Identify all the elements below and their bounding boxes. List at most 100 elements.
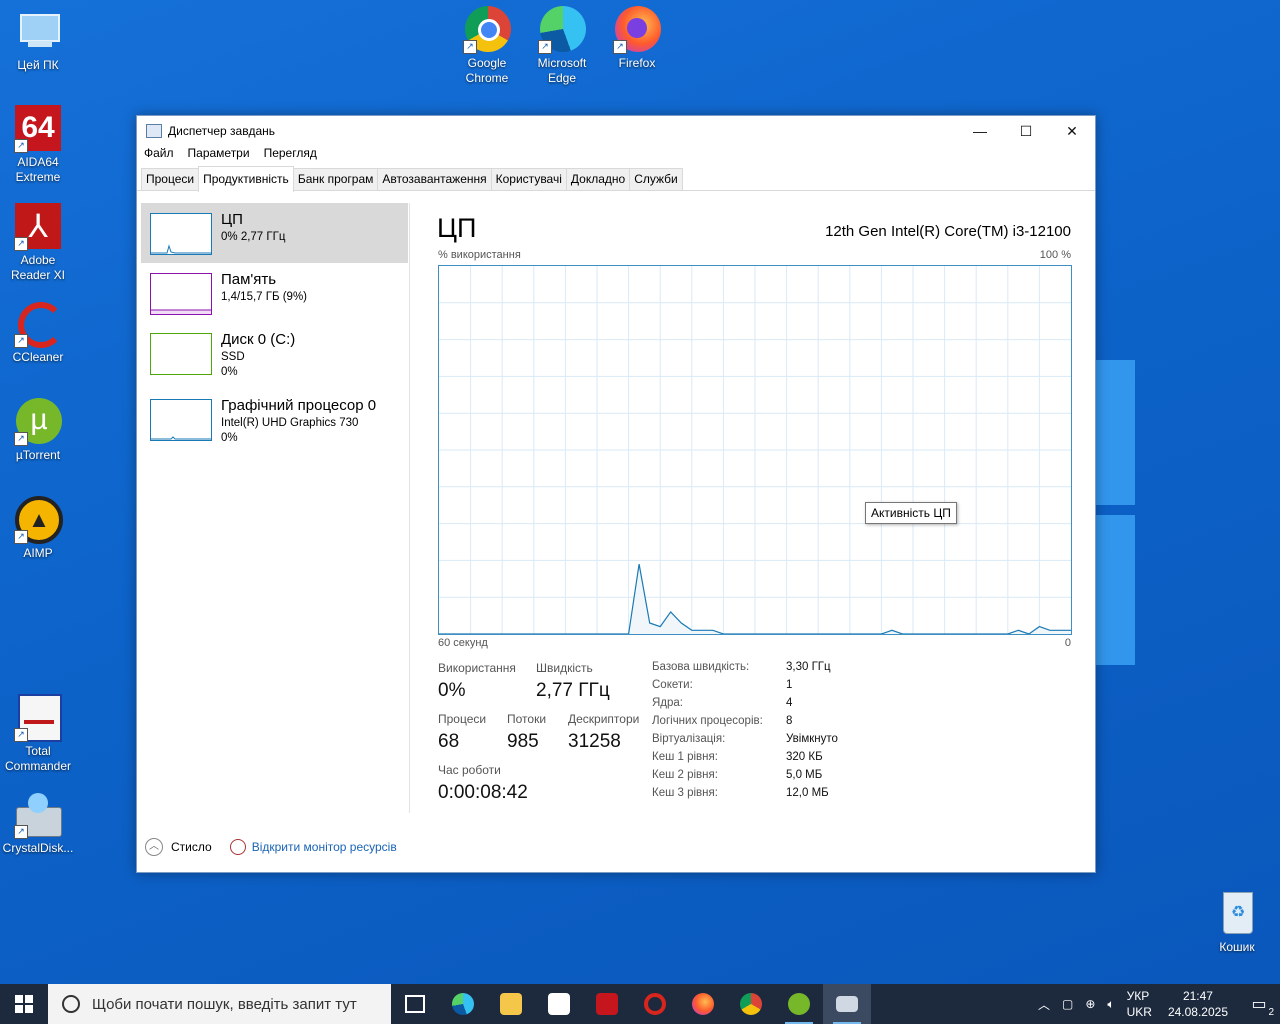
desktop-icon-label: Firefox (618, 56, 656, 70)
info-value: 4 (786, 697, 793, 709)
language-indicator[interactable]: УКР UKR (1127, 988, 1152, 1020)
resource-detail: SSD (221, 351, 245, 363)
resource-item-cpu[interactable]: ЦП 0% 2,77 ГГц (141, 203, 408, 263)
resource-item-disk[interactable]: Диск 0 (C:) SSD 0% (141, 323, 408, 383)
info-value: Увімкнуто (786, 733, 838, 745)
menu-file[interactable]: Файл (144, 146, 174, 164)
resource-detail: Intel(R) UHD Graphics 730 (221, 417, 359, 429)
notification-count: 2 (1268, 1007, 1274, 1018)
processes-label: Процеси (438, 712, 487, 726)
desktop-icon-label: AIMP (23, 546, 53, 560)
aida64-icon (596, 993, 618, 1015)
info-value: 320 КБ (786, 751, 823, 763)
tab-app-history[interactable]: Банк програм (292, 168, 379, 190)
store-icon (548, 993, 570, 1015)
edge-icon (452, 993, 474, 1015)
window-title: Диспетчер завдань (168, 124, 276, 138)
cpu-activity-tooltip: Активність ЦП (865, 502, 957, 524)
folder-icon (500, 993, 522, 1015)
resource-name: Пам'ять (221, 271, 277, 288)
network-icon[interactable]: ⊕ (1085, 997, 1095, 1011)
utorrent-icon: µ ↗ (14, 398, 62, 446)
aimp-icon: ▲ ↗ (14, 496, 63, 544)
desktop-icon-label: AIDA64 Extreme (15, 155, 61, 184)
desktop-icon-label: CCleaner (12, 350, 64, 364)
taskbar-chrome[interactable] (727, 984, 775, 1024)
minimize-button[interactable]: — (957, 116, 1003, 146)
task-manager-window: Диспетчер завдань — ☐ ✕ Файл Параметри П… (136, 115, 1096, 873)
taskbar-ccleaner[interactable] (631, 984, 679, 1024)
clock-date: 24.08.2025 (1167, 1005, 1228, 1019)
task-view-button[interactable] (391, 984, 439, 1024)
taskbar-task-manager[interactable] (823, 984, 871, 1024)
info-label: Кеш 1 рівня: (652, 751, 718, 763)
start-button[interactable] (0, 984, 48, 1024)
menu-bar: Файл Параметри Перегляд (137, 146, 1095, 164)
resource-item-gpu[interactable]: Графічний процесор 0 Intel(R) UHD Graphi… (141, 389, 408, 449)
taskbar-search-box[interactable]: Щоби почати пошук, введіть запит тут (48, 984, 391, 1024)
taskbar-firefox[interactable] (679, 984, 727, 1024)
tab-users[interactable]: Користувачі (490, 168, 567, 190)
task-manager-icon (146, 124, 162, 138)
desktop-icon-label: CrystalDisk... (2, 841, 74, 855)
language-top: УКР (1126, 989, 1150, 1003)
open-resource-monitor-link[interactable]: Відкрити монітор ресурсів (252, 840, 397, 854)
utorrent-icon (788, 993, 810, 1015)
menu-view[interactable]: Перегляд (264, 146, 317, 164)
desktop-icon-this-pc[interactable]: Цей ПК (0, 8, 76, 73)
info-label: Кеш 2 рівня: (652, 769, 718, 781)
clock[interactable]: 21:47 24.08.2025 (1168, 988, 1228, 1020)
desktop-icon-total-commander[interactable]: ↗ Total Commander (0, 694, 76, 774)
desktop-icon-aimp[interactable]: ▲ ↗ AIMP (0, 496, 76, 561)
info-label: Базова швидкість: (652, 661, 750, 673)
taskbar-aida64[interactable] (583, 984, 631, 1024)
desktop-icon-aida64[interactable]: 64 ↗ AIDA64 Extreme (0, 105, 76, 185)
desktop-icon-chrome[interactable]: ↗ Google Chrome (449, 6, 525, 86)
tab-details[interactable]: Докладно (565, 168, 631, 190)
chrome-icon: ↗ (463, 6, 511, 54)
menu-options[interactable]: Параметри (188, 146, 250, 164)
info-label: Кеш 3 рівня: (652, 787, 718, 799)
clock-time: 21:47 (1182, 989, 1213, 1003)
chevron-up-icon[interactable]: ︿ (1038, 996, 1050, 1013)
threads-value: 985 (507, 731, 539, 752)
desktop-icon-recycle-bin[interactable]: ♻ Кошик (1199, 890, 1275, 955)
taskbar-file-explorer[interactable] (487, 984, 535, 1024)
info-value: 12,0 МБ (786, 787, 829, 799)
graph-y-label: % використання (438, 249, 521, 261)
resource-item-memory[interactable]: Пам'ять 1,4/15,7 ГБ (9%) (141, 263, 408, 323)
handles-label: Дескриптори (568, 712, 640, 726)
desktop-icon-firefox[interactable]: ↗ Firefox (599, 6, 675, 71)
usage-label: Використання (438, 661, 516, 675)
close-button[interactable]: ✕ (1049, 116, 1095, 146)
tray-box-icon[interactable]: ▢ (1062, 997, 1073, 1011)
tab-services[interactable]: Служби (629, 168, 683, 190)
volume-icon[interactable]: 🔈︎ (1107, 997, 1114, 1012)
aida64-icon: 64 ↗ (14, 105, 62, 153)
info-label: Логічних процесорів: (652, 715, 763, 727)
desktop-icon-label: Total Commander (4, 744, 72, 773)
taskbar-utorrent[interactable] (775, 984, 823, 1024)
window-titlebar[interactable]: Диспетчер завдань — ☐ ✕ (137, 116, 1095, 146)
tab-processes[interactable]: Процеси (141, 168, 200, 190)
graph-x-label: 60 секунд (438, 637, 488, 649)
maximize-button[interactable]: ☐ (1003, 116, 1049, 146)
desktop-icon-adobe-reader[interactable]: ⅄ ↗ Adobe Reader XI (0, 203, 76, 283)
gpu-thumbnail-graph (150, 399, 212, 441)
graph-y-max: 100 % (1039, 249, 1071, 261)
system-tray: ︿ ▢ ⊕ 🔈︎ УКР UKR 21:47 24.08.2025 ▭ 2 (1032, 984, 1280, 1024)
info-label: Ядра: (652, 697, 684, 709)
chevron-up-icon: ︿ (145, 838, 163, 856)
tab-startup[interactable]: Автозавантаження (377, 168, 492, 190)
tab-performance[interactable]: Продуктивність (198, 166, 294, 192)
desktop-icon-label: Кошик (1219, 940, 1255, 954)
desktop-icon-edge[interactable]: ↗ Microsoft Edge (524, 6, 600, 86)
taskbar-edge[interactable] (439, 984, 487, 1024)
desktop-icon-utorrent[interactable]: µ ↗ µTorrent (0, 398, 76, 463)
taskbar-store[interactable] (535, 984, 583, 1024)
info-value: 5,0 МБ (786, 769, 823, 781)
desktop-icon-crystaldisk[interactable]: ↗ CrystalDisk... (0, 791, 76, 856)
desktop-icon-ccleaner[interactable]: ↗ CCleaner (0, 300, 76, 365)
fewer-details-button[interactable]: Стисло (171, 840, 212, 854)
notification-center-button[interactable]: ▭ 2 (1244, 994, 1274, 1018)
